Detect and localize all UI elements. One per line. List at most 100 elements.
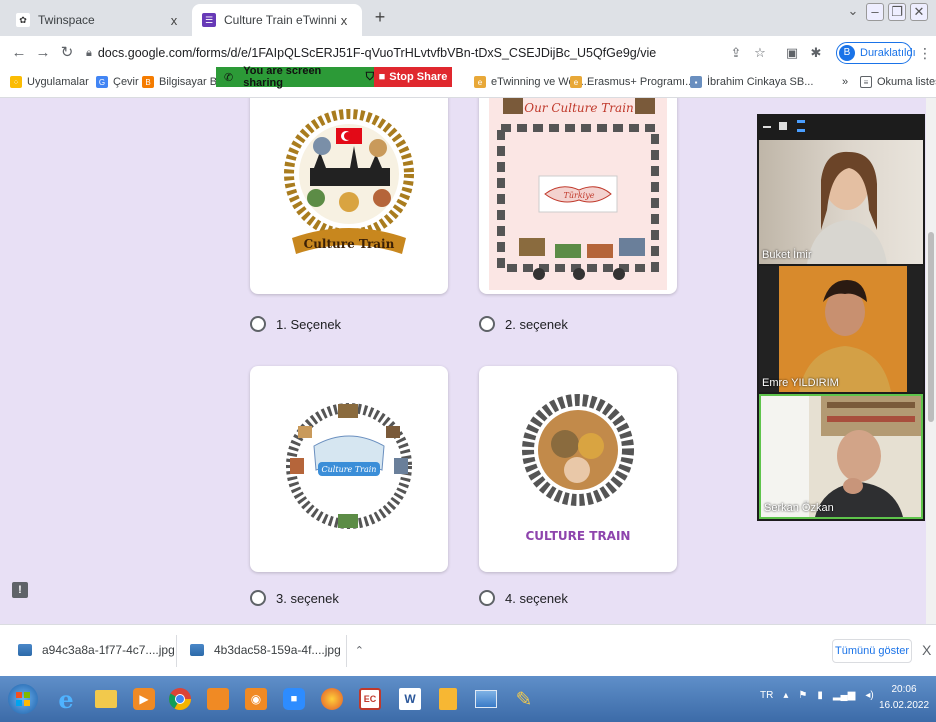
media-player-icon[interactable]: ▶ [128, 683, 160, 715]
ec-app-icon[interactable]: EC [354, 683, 386, 715]
bookmark-translate[interactable]: G Çevir [96, 76, 139, 88]
report-feedback-icon[interactable]: ! [12, 582, 28, 598]
radio-button[interactable] [479, 316, 495, 332]
reading-list-button[interactable]: ≡ Okuma listesi [860, 76, 936, 88]
option-image-4: CULTURE TRAIN [479, 366, 677, 572]
logo-2-text: Our Culture Train [524, 101, 634, 115]
radio-button[interactable] [479, 590, 495, 606]
image-file-icon [18, 644, 32, 656]
bookmark-star-icon[interactable]: ☆ [752, 45, 768, 61]
app-orange-icon[interactable] [202, 683, 234, 715]
tab-search-icon[interactable]: ⌄ [844, 3, 862, 21]
participant-tile-2[interactable]: Emre YILDIRIM [759, 266, 923, 392]
participant-video-3 [761, 396, 921, 517]
extension-icon[interactable]: ▣ [784, 45, 800, 61]
forward-icon[interactable]: → [34, 44, 52, 62]
lock-icon: 🔒︎ [86, 46, 92, 59]
tab-twinspace[interactable]: ✿ Twinspace x [6, 4, 192, 36]
option-label: 3. seçenek [276, 590, 339, 606]
new-tab-button[interactable]: + [370, 8, 390, 28]
bookmark-ibrahim[interactable]: ▪ İbrahim Cinkaya SB... [690, 76, 813, 88]
download-item-1[interactable]: a94c3a8a-1f77-4c7....jpg ⌃ [18, 643, 198, 657]
photo-viewer-icon[interactable] [470, 683, 502, 715]
radio-button[interactable] [250, 316, 266, 332]
phone-icon: ✆ [224, 71, 234, 84]
image-bookmark-icon: ▪ [690, 76, 702, 88]
language-indicator[interactable]: TR [760, 690, 773, 701]
speaker-view-icon[interactable] [779, 122, 787, 130]
share-icon[interactable]: ⇪ [728, 45, 744, 61]
tab-culture-train-form[interactable]: ☰ Culture Train eTwinning Logo x [192, 4, 362, 36]
download-name: a94c3a8a-1f77-4c7....jpg [42, 643, 175, 657]
chevron-up-icon[interactable]: ▴ [783, 690, 788, 701]
taskbar: e ▶ ◉ ■ EC W ✎ TR ▴ ⚑ ▮ ▂▄▆ ◂) 20:06 16.… [0, 676, 936, 722]
map-label: Türkiye [564, 191, 595, 200]
chrome-icon[interactable] [164, 683, 196, 715]
file-explorer-icon[interactable] [90, 683, 122, 715]
scrollbar-thumb[interactable] [928, 232, 934, 422]
zoom-meeting-icon[interactable]: ■ [278, 683, 310, 715]
minimize-button[interactable]: – [866, 3, 884, 21]
screen-sharing-message: ✆ You are screen sharing ⛉ [216, 65, 374, 89]
bookmark-label: Çevir [113, 76, 139, 88]
avatar: B [839, 45, 855, 61]
logo-4-text: CULTURE TRAIN [526, 529, 631, 543]
word-icon[interactable]: W [394, 683, 426, 715]
flag-icon[interactable]: ⚑ [798, 690, 807, 701]
menu-kebab-icon[interactable]: ⋮ [918, 45, 932, 62]
reload-icon[interactable]: ↻ [58, 44, 76, 62]
option-3[interactable]: 3. seçenek [250, 590, 339, 606]
chevron-up-icon[interactable]: ⌃ [355, 644, 364, 657]
volume-icon[interactable]: ◂) [865, 690, 873, 701]
signal-icon[interactable]: ▂▄▆ [833, 690, 855, 701]
minimize-video-icon[interactable] [763, 126, 771, 128]
image-file-icon [190, 644, 204, 656]
show-all-downloads-button[interactable]: Tümünü göster [832, 639, 912, 663]
url-field[interactable]: 🔒︎ docs.google.com/forms/d/e/1FAIpQLScER… [86, 41, 656, 65]
profile-button[interactable]: B Duraklatıldı [836, 42, 916, 64]
start-button[interactable] [8, 684, 38, 714]
participant-tile-1[interactable]: Buket İmir [759, 140, 923, 264]
participant-name: Serkan Özkan [764, 502, 834, 514]
download-item-2[interactable]: 4b3dac58-159a-4f....jpg ⌃ [190, 643, 364, 657]
stop-share-button[interactable]: ■ Stop Share [374, 67, 452, 87]
internet-explorer-icon[interactable]: e [50, 683, 82, 715]
logo-1-text: Culture Train [304, 237, 395, 251]
participant-tile-3[interactable]: Serkan Özkan [759, 394, 923, 519]
bookmark-apps[interactable]: ⁘ Uygulamalar [10, 76, 89, 88]
stop-icon: ■ [378, 71, 386, 83]
option-4[interactable]: 4. seçenek [479, 590, 568, 606]
url-text: docs.google.com/forms/d/e/1FAIpQLScERJ51… [97, 46, 656, 60]
battery-icon[interactable]: ▮ [817, 690, 823, 701]
bookmarks-overflow-button[interactable]: » [842, 76, 848, 88]
gallery-view-icon[interactable] [797, 120, 805, 132]
camera-app-icon[interactable]: ◉ [240, 683, 272, 715]
option-1[interactable]: 1. Seçenek [250, 316, 341, 332]
etwinning-icon: e [474, 76, 486, 88]
tab-close-button[interactable]: x [336, 13, 352, 28]
bookmark-label: İbrahim Cinkaya SB... [707, 76, 814, 88]
close-downloads-button[interactable]: X [922, 642, 931, 658]
back-icon[interactable]: ← [10, 44, 28, 62]
extensions-puzzle-icon[interactable]: ✱ [808, 45, 824, 61]
tab-title: Culture Train eTwinning Logo [224, 13, 336, 27]
paint-icon[interactable]: ✎ [508, 683, 540, 715]
tab-title: Twinspace [38, 13, 95, 27]
screen-share-banner: ✆ You are screen sharing ⛉ ■ Stop Share [216, 65, 452, 89]
option-2[interactable]: 2. seçenek [479, 316, 568, 332]
firefox-icon[interactable] [316, 683, 348, 715]
clock-time: 20:06 [891, 684, 917, 695]
tab-close-button[interactable]: x [166, 13, 182, 28]
reading-list-label: Okuma listesi [877, 76, 936, 88]
downloads-bar: a94c3a8a-1f77-4c7....jpg ⌃ 4b3dac58-159a… [0, 624, 936, 676]
option-label: 4. seçenek [505, 590, 568, 606]
bookmark-erasmus[interactable]: e Erasmus+ Programı... [570, 76, 694, 88]
erasmus-icon: e [570, 76, 582, 88]
maximize-button[interactable]: ❐ [888, 3, 906, 21]
pdf-reader-icon[interactable] [432, 683, 464, 715]
option-label: 2. seçenek [505, 316, 568, 332]
clock[interactable]: 20:06 16.02.2022 [876, 682, 932, 714]
radio-button[interactable] [250, 590, 266, 606]
close-window-button[interactable]: ✕ [910, 3, 928, 21]
option-image-2: Our Culture Train Türkiye [479, 98, 677, 294]
